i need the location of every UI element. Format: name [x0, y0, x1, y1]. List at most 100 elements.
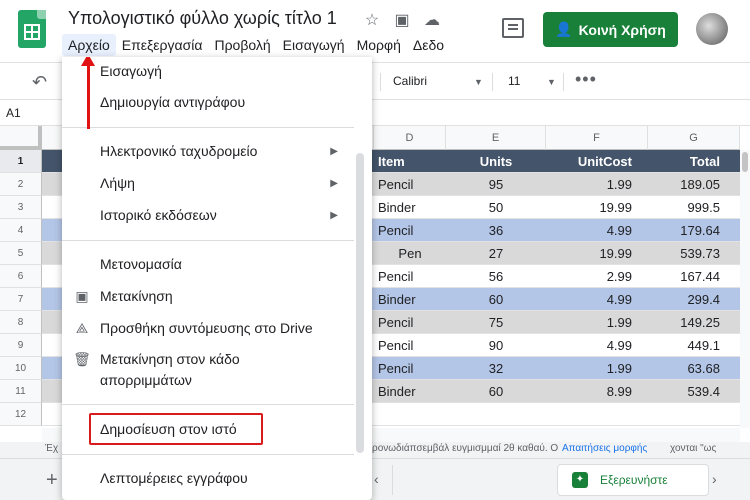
- table-cell[interactable]: 179.64: [648, 219, 740, 242]
- avatar[interactable]: [696, 13, 728, 45]
- table-cell[interactable]: 27: [446, 242, 546, 265]
- row-header[interactable]: 9: [0, 334, 42, 357]
- table-cell[interactable]: 63.68: [648, 357, 740, 380]
- share-button[interactable]: 👤 Κοινή Χρήση: [543, 12, 678, 47]
- row-header[interactable]: 2: [0, 173, 42, 196]
- table-cell[interactable]: Binder: [374, 196, 446, 219]
- add-sheet-icon[interactable]: +: [46, 469, 58, 492]
- table-cell[interactable]: 539.73: [648, 242, 740, 265]
- table-cell[interactable]: 4.99: [546, 219, 648, 242]
- chevron-left-icon[interactable]: ‹: [374, 471, 379, 487]
- table-cell[interactable]: 999.5: [648, 196, 740, 219]
- cloud-status-icon[interactable]: ☁: [422, 10, 442, 30]
- table-cell[interactable]: 56: [446, 265, 546, 288]
- table-cell[interactable]: 36: [446, 219, 546, 242]
- table-cell[interactable]: Pencil: [374, 219, 446, 242]
- font-select[interactable]: Calibri: [393, 74, 427, 88]
- table-cell[interactable]: 1.99: [546, 173, 648, 196]
- menu-item-make-copy[interactable]: Δημιουργία αντιγράφου: [62, 86, 354, 118]
- table-cell[interactable]: Pencil: [374, 334, 446, 357]
- table-cell[interactable]: 60: [446, 380, 546, 403]
- menu-item-document-details[interactable]: Λεπτομέρειες εγγράφου: [62, 462, 354, 494]
- more-options-icon[interactable]: •••: [575, 69, 597, 90]
- table-cell[interactable]: Pen: [374, 242, 446, 265]
- table-cell[interactable]: 50: [446, 196, 546, 219]
- table-cell[interactable]: Pencil: [374, 357, 446, 380]
- table-header-cell[interactable]: UnitCost: [546, 150, 648, 173]
- table-cell[interactable]: Pencil: [374, 265, 446, 288]
- table-header-cell[interactable]: Total: [648, 150, 740, 173]
- column-header-f[interactable]: F: [546, 126, 648, 150]
- select-all-corner[interactable]: [0, 126, 42, 150]
- row-header[interactable]: 12: [0, 403, 42, 426]
- row-header[interactable]: 4: [0, 219, 42, 242]
- column-header-d[interactable]: D: [374, 126, 446, 150]
- table-cell[interactable]: 75: [446, 311, 546, 334]
- scrollbar-thumb[interactable]: [742, 152, 748, 172]
- row-header[interactable]: 6: [0, 265, 42, 288]
- chevron-right-icon[interactable]: ›: [712, 471, 717, 487]
- menu-item-import[interactable]: Εισαγωγή: [62, 57, 354, 85]
- menu-file[interactable]: Αρχείο: [62, 34, 116, 56]
- menu-format[interactable]: Μορφή: [351, 34, 407, 56]
- format-requirements-link[interactable]: Απαιτήσεις μορφής: [562, 443, 647, 454]
- chevron-down-icon[interactable]: ▼: [474, 77, 483, 87]
- document-title[interactable]: Υπολογιστικό φύλλο χωρίς τίτλο 1: [68, 8, 337, 29]
- column-header-e[interactable]: E: [446, 126, 546, 150]
- table-cell[interactable]: Pencil: [374, 311, 446, 334]
- column-header-g[interactable]: G: [648, 126, 740, 150]
- menu-item-move-to-trash[interactable]: 🗑 Μετακίνηση στον κάδο απορριμμάτων: [62, 345, 322, 389]
- star-icon[interactable]: ☆: [362, 10, 382, 30]
- chevron-down-icon[interactable]: ▼: [547, 77, 556, 87]
- table-cell[interactable]: 149.25: [648, 311, 740, 334]
- font-size-select[interactable]: 11: [508, 74, 520, 88]
- explore-button[interactable]: ✦ Εξερευνήστε: [557, 464, 709, 496]
- menu-insert[interactable]: Εισαγωγή: [277, 34, 351, 56]
- menu-item-email[interactable]: Ηλεκτρονικό ταχυδρομείο ▶: [62, 135, 354, 167]
- table-cell[interactable]: 167.44: [648, 265, 740, 288]
- table-cell[interactable]: 539.4: [648, 380, 740, 403]
- row-header[interactable]: 5: [0, 242, 42, 265]
- table-cell[interactable]: 4.99: [546, 288, 648, 311]
- menu-edit[interactable]: Επεξεργασία: [116, 34, 209, 56]
- table-cell[interactable]: Binder: [374, 380, 446, 403]
- table-cell[interactable]: 1.99: [546, 311, 648, 334]
- undo-icon[interactable]: ↶: [32, 72, 47, 93]
- table-cell[interactable]: 4.99: [546, 334, 648, 357]
- row-header[interactable]: 10: [0, 357, 42, 380]
- table-header-cell[interactable]: Units: [446, 150, 546, 173]
- table-cell[interactable]: 8.99: [546, 380, 648, 403]
- table-cell[interactable]: 299.4: [648, 288, 740, 311]
- table-cell[interactable]: 449.1: [648, 334, 740, 357]
- table-cell[interactable]: 2.99: [546, 265, 648, 288]
- menu-item-rename[interactable]: Μετονομασία: [62, 248, 354, 280]
- sheets-logo-icon[interactable]: [18, 10, 46, 48]
- table-cell[interactable]: 95: [446, 173, 546, 196]
- row-header[interactable]: 3: [0, 196, 42, 219]
- menu-data[interactable]: Δεδο: [407, 34, 450, 56]
- folder-move-icon[interactable]: ▣: [392, 10, 412, 30]
- menu-item-version-history[interactable]: Ιστορικό εκδόσεων ▶: [62, 199, 354, 231]
- menu-item-add-shortcut[interactable]: ⟁ Προσθήκη συντόμευσης στο Drive: [62, 312, 354, 344]
- menu-scrollbar[interactable]: [356, 153, 364, 453]
- table-cell[interactable]: 90: [446, 334, 546, 357]
- menu-item-download[interactable]: Λήψη ▶: [62, 167, 354, 199]
- row-header[interactable]: 8: [0, 311, 42, 334]
- table-cell[interactable]: 19.99: [546, 242, 648, 265]
- table-cell[interactable]: 60: [446, 288, 546, 311]
- table-cell[interactable]: Binder: [374, 288, 446, 311]
- row-header[interactable]: 11: [0, 380, 42, 403]
- menu-item-move[interactable]: ▣ Μετακίνηση: [62, 280, 354, 312]
- row-header[interactable]: 7: [0, 288, 42, 311]
- table-cell[interactable]: Pencil: [374, 173, 446, 196]
- menu-view[interactable]: Προβολή: [208, 34, 276, 56]
- table-cell[interactable]: 32: [446, 357, 546, 380]
- comment-history-icon[interactable]: [502, 18, 524, 38]
- table-cell[interactable]: 19.99: [546, 196, 648, 219]
- table-cell[interactable]: 1.99: [546, 357, 648, 380]
- table-cell[interactable]: 189.05: [648, 173, 740, 196]
- vertical-scrollbar[interactable]: [740, 150, 750, 428]
- table-header-cell[interactable]: Item: [374, 150, 446, 173]
- name-box[interactable]: A1: [6, 106, 21, 120]
- row-header[interactable]: 1: [0, 150, 42, 173]
